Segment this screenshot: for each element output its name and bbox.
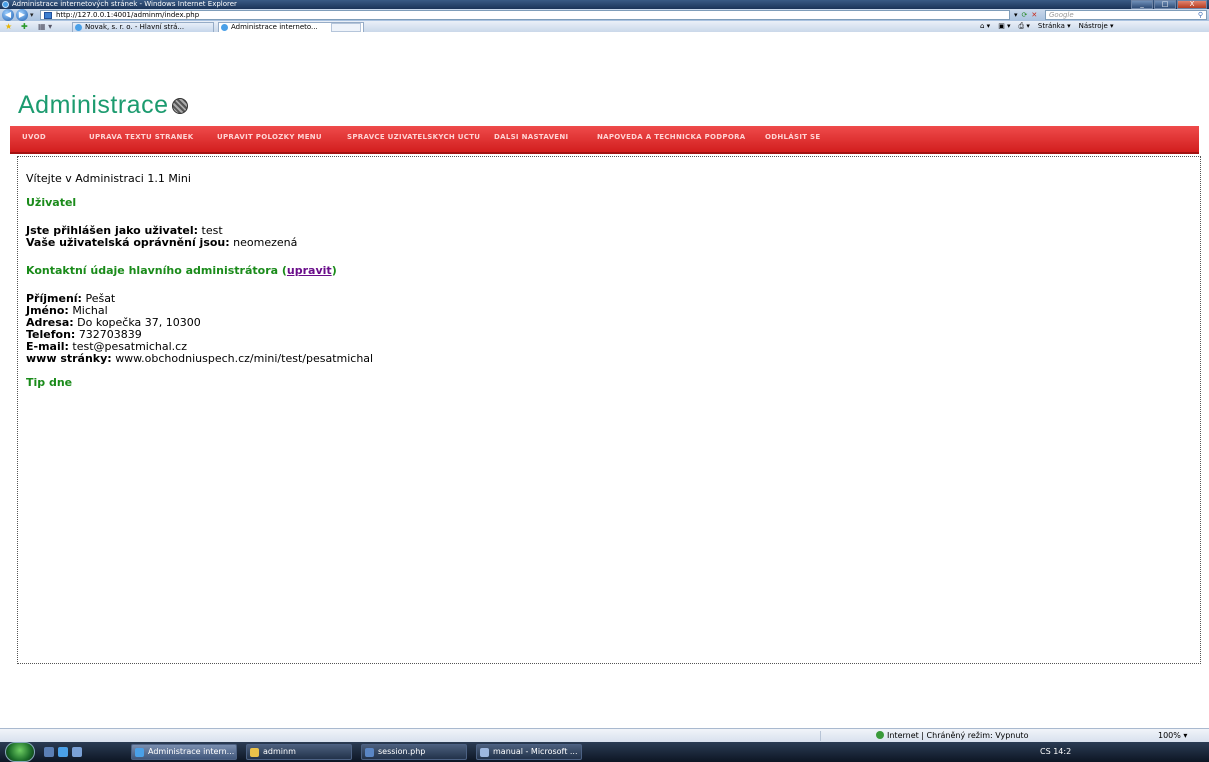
taskbar-item-editor[interactable]: session.php bbox=[361, 744, 467, 760]
home-icon[interactable]: ⌂ ▾ bbox=[980, 22, 990, 31]
editor-icon bbox=[365, 748, 374, 757]
print-icon[interactable]: ⎙ ▾ bbox=[1019, 22, 1030, 31]
ie-icon bbox=[2, 1, 9, 8]
taskbar: Administrace intern... adminm session.ph… bbox=[0, 742, 1209, 762]
search-placeholder: Google bbox=[1049, 11, 1074, 19]
title-bar: Administrace internetových stránek - Win… bbox=[0, 0, 1209, 9]
tools-menu[interactable]: Nástroje ▾ bbox=[1079, 22, 1114, 31]
feeds-icon[interactable]: ▣ ▾ bbox=[998, 22, 1010, 31]
new-tab-button[interactable] bbox=[331, 23, 361, 32]
start-button[interactable] bbox=[5, 742, 35, 762]
show-desktop-icon[interactable] bbox=[44, 747, 54, 757]
contact-heading: Kontaktní údaje hlavního administrátora … bbox=[26, 264, 337, 277]
folder-icon bbox=[250, 748, 259, 757]
command-bar: ⌂ ▾ ▣ ▾ ⎙ ▾ Stránka ▾ Nástroje ▾ bbox=[980, 22, 1114, 31]
taskbar-item-label: adminm bbox=[263, 747, 296, 756]
taskbar-item-label: session.php bbox=[378, 747, 426, 756]
contact-heading-text: Kontaktní údaje hlavního administrátora bbox=[26, 264, 279, 277]
ie-quicklaunch-icon[interactable] bbox=[58, 747, 68, 757]
content-panel: Vítejte v Administraci 1.1 Mini Uživatel… bbox=[17, 156, 1201, 664]
document-icon bbox=[480, 748, 489, 757]
add-favorite-icon[interactable]: ✚ bbox=[21, 22, 28, 31]
menu-item-uprava-textu[interactable]: UPRAVA TEXTU STRANEK bbox=[89, 126, 193, 152]
forward-arrow-icon[interactable]: ▶ bbox=[16, 9, 28, 21]
status-cells bbox=[820, 731, 870, 741]
window-controls: _ □ X bbox=[1130, 0, 1207, 9]
status-bar: Internet | Chráněný režim: Vypnuto 100% … bbox=[0, 728, 1209, 742]
maximize-button[interactable]: □ bbox=[1154, 0, 1176, 9]
page-icon bbox=[44, 12, 52, 19]
menu-item-upravit-polozky[interactable]: UPRAVIT POLOZKY MENU bbox=[217, 126, 322, 152]
taskbar-item-manual[interactable]: manual - Microsoft ... bbox=[476, 744, 582, 760]
address-url: http://127.0.0.1:4001/adminm/index.php bbox=[56, 11, 200, 19]
security-zone[interactable]: Internet | Chráněný režim: Vypnuto bbox=[876, 729, 1028, 743]
permissions-line: Vaše uživatelská oprávnění jsou: neomeze… bbox=[26, 237, 297, 249]
search-input[interactable]: Google ⚲ bbox=[1045, 10, 1207, 20]
window-title: Administrace internetových stránek - Win… bbox=[12, 0, 237, 8]
contact-row: www stránky: www.obchodniuspech.cz/mini/… bbox=[26, 353, 373, 365]
menu-item-uvod[interactable]: UVOD bbox=[22, 126, 46, 152]
tab-administrace-label: Administrace interneto... bbox=[231, 23, 318, 31]
menu-item-spravce-uctu[interactable]: SPRAVCE UZIVATELSKYCH UCTU bbox=[347, 126, 480, 152]
logo-text: Administrace bbox=[18, 91, 169, 119]
globe-zone-icon bbox=[876, 731, 884, 739]
tab-row: ★ ✚ ▦ ▾ Novak, s. r. o. - Hlavní strá...… bbox=[0, 21, 1209, 32]
tip-heading: Tip dne bbox=[26, 376, 73, 389]
close-button[interactable]: X bbox=[1177, 0, 1207, 9]
stop-icon[interactable]: ✕ bbox=[1031, 10, 1037, 20]
globe-icon bbox=[171, 98, 188, 114]
address-tools: ▾ ⟳ ✕ bbox=[1014, 10, 1037, 20]
favorites-star-icon[interactable]: ★ bbox=[5, 22, 12, 31]
edit-contact-link[interactable]: upravit bbox=[287, 264, 332, 277]
menu-item-napoveda[interactable]: NAPOVEDA A TECHNICKA PODPORA bbox=[597, 126, 746, 152]
menu-item-dalsi-nastaveni[interactable]: DALSI NASTAVENI bbox=[494, 126, 568, 152]
menu-item-odhlasit[interactable]: ODHLÁSIT SE bbox=[765, 126, 820, 152]
site-logo: Administrace bbox=[18, 90, 188, 120]
zoom-control[interactable]: 100% ▾ bbox=[1158, 729, 1187, 743]
history-dropdown-icon[interactable]: ▾ bbox=[30, 11, 34, 19]
address-row: ◀ ▶ ▾ http://127.0.0.1:4001/adminm/index… bbox=[0, 9, 1209, 21]
address-dropdown-icon[interactable]: ▾ bbox=[1014, 10, 1018, 20]
screen: Administrace internetových stránek - Win… bbox=[0, 0, 1209, 762]
minimize-button[interactable]: _ bbox=[1131, 0, 1153, 9]
zone-text: Internet | Chráněný režim: Vypnuto bbox=[887, 731, 1029, 740]
system-tray[interactable]: CS 14:2 bbox=[1040, 742, 1071, 762]
user-heading: Uživatel bbox=[26, 196, 77, 209]
ie-icon bbox=[135, 748, 144, 757]
taskbar-item-label: Administrace intern... bbox=[148, 747, 235, 756]
perm-value: neomezená bbox=[233, 236, 298, 249]
tab-novak-label: Novak, s. r. o. - Hlavní strá... bbox=[85, 23, 185, 31]
quick-tabs-icon[interactable]: ▦ ▾ bbox=[38, 22, 52, 31]
refresh-icon[interactable]: ⟳ bbox=[1022, 10, 1028, 20]
taskbar-item-label: manual - Microsoft ... bbox=[493, 747, 578, 756]
main-menu: UVOD UPRAVA TEXTU STRANEK UPRAVIT POLOZK… bbox=[10, 126, 1199, 154]
search-icon[interactable]: ⚲ bbox=[1198, 11, 1203, 19]
taskbar-item-folder[interactable]: adminm bbox=[246, 744, 352, 760]
switch-windows-icon[interactable] bbox=[72, 747, 82, 757]
tab-novak[interactable]: Novak, s. r. o. - Hlavní strá... bbox=[72, 22, 214, 32]
address-bar[interactable]: http://127.0.0.1:4001/adminm/index.php bbox=[40, 10, 1010, 20]
perm-label: Vaše uživatelská oprávnění jsou: bbox=[26, 236, 230, 249]
contact-value: www.obchodniuspech.cz/mini/test/pesatmic… bbox=[115, 352, 374, 365]
contact-label: www stránky: bbox=[26, 352, 112, 365]
page-menu[interactable]: Stránka ▾ bbox=[1038, 22, 1071, 31]
taskbar-item-ie[interactable]: Administrace intern... bbox=[131, 744, 237, 760]
back-arrow-icon[interactable]: ◀ bbox=[2, 9, 14, 21]
tab-ie-icon bbox=[221, 24, 228, 31]
welcome-text: Vítejte v Administraci 1.1 Mini bbox=[26, 172, 191, 185]
tab-ie-icon bbox=[75, 24, 82, 31]
